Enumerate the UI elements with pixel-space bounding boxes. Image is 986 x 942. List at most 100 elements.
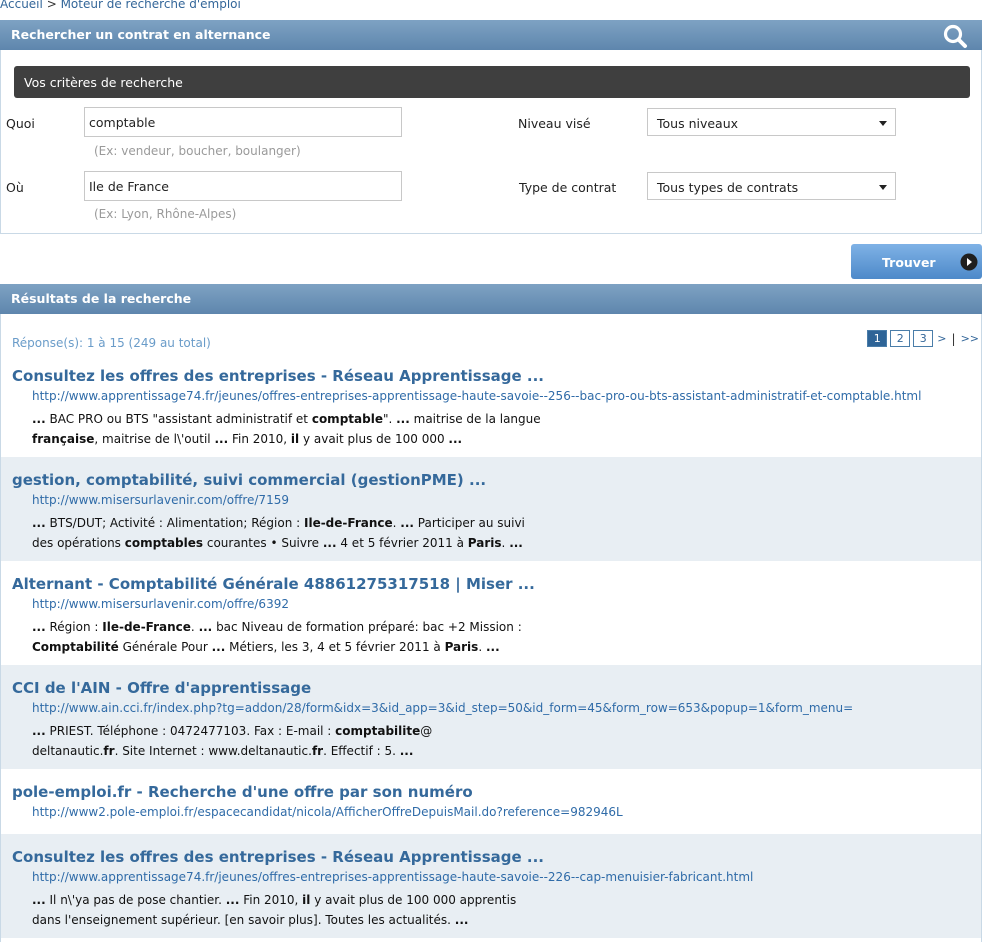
snippet-highlight: Paris (467, 535, 502, 550)
snippet-line: ... Il n\'ya pas de pose chantier. ... F… (32, 891, 981, 911)
level-select[interactable]: Tous niveaux (647, 108, 896, 136)
snippet-text: Région : (45, 620, 103, 634)
snippet-text: , maitrise de l\'outil (94, 431, 215, 446)
contract-type-select-value: Tous types de contrats (657, 180, 799, 195)
snippet-line: ... BAC PRO ou BTS "assistant administra… (32, 410, 981, 430)
snippet-highlight: ... (485, 639, 500, 654)
result-title-link[interactable]: Consultez les offres des entreprises - R… (12, 367, 981, 387)
snippet-text: des opérations (32, 535, 125, 550)
snippet-text: Métiers, les 3, 4 et 5 février 2011 à (225, 639, 445, 654)
search-icon[interactable] (942, 23, 968, 49)
snippet-highlight: française (32, 431, 95, 446)
result-snippet: ... Il n\'ya pas de pose chantier. ... F… (32, 891, 981, 930)
snippet-line: ... PRIEST. Téléphone : 0472477103. Fax … (32, 722, 981, 742)
snippet-text: Il n\'ya pas de pose chantier. (45, 893, 226, 907)
result-title-link[interactable]: Consultez les offres des entreprises - R… (12, 848, 981, 868)
breadcrumb: Accueil > Moteur de recherche d'emploi (0, 0, 241, 11)
snippet-highlight: ... (214, 431, 229, 446)
snippet-text: courantes • Suivre (203, 535, 323, 550)
snippet-line: Comptabilité Générale Pour ... Métiers, … (32, 638, 981, 658)
snippet-line: française, maitrise de l\'outil ... Fin … (32, 430, 981, 450)
snippet-highlight: fr (311, 743, 324, 758)
last-page-link[interactable]: >> (960, 332, 980, 345)
snippet-text: BAC PRO ou BTS "assistant administratif … (45, 412, 312, 426)
level-select-value: Tous niveaux (657, 116, 739, 131)
snippet-highlight: Ile-de-France (303, 516, 393, 530)
where-input[interactable] (84, 171, 402, 201)
result-item: Consultez les offres des entreprises - R… (1, 834, 981, 938)
what-input[interactable] (84, 107, 402, 137)
snippet-text: . (190, 620, 199, 634)
page-link-1[interactable]: 1 (867, 330, 888, 347)
pager-separator: | (951, 331, 956, 346)
result-title-link[interactable]: CCI de l'AIN - Offre d'apprentissage (12, 679, 981, 699)
snippet-highlight: fr (103, 743, 115, 758)
result-item: Alternant - Comptabilité Générale 488612… (1, 561, 981, 665)
page-link-2[interactable]: 2 (890, 330, 911, 347)
contract-type-label: Type de contrat (519, 180, 617, 195)
snippet-highlight: ... (225, 893, 240, 907)
result-url-link[interactable]: http://www2.pole-emploi.fr/espacecandida… (32, 805, 981, 821)
results-section-title: Résultats de la recherche (11, 291, 192, 306)
snippet-line: dans l'enseignement supérieur. [en savoi… (32, 911, 981, 931)
results-section-header: Résultats de la recherche (0, 284, 982, 322)
search-section-header: Rechercher un contrat en alternance (0, 20, 982, 58)
snippet-highlight: il (290, 431, 300, 446)
snippet-highlight: Ile-de-France (102, 620, 191, 634)
snippet-text: Fin 2010, (239, 893, 303, 907)
level-label: Niveau visé (518, 116, 591, 131)
contract-type-select[interactable]: Tous types de contrats (647, 172, 896, 200)
snippet-highlight: ... (198, 620, 213, 634)
answer-count: Réponse(s): 1 à 15 (249 au total) (12, 336, 211, 350)
breadcrumb-separator: > (46, 0, 57, 11)
snippet-text: y avait plus de 100 000 apprentis (310, 893, 517, 907)
snippet-text: y avait plus de 100 000 (299, 431, 449, 446)
snippet-highlight: ... (509, 535, 523, 550)
result-title-link[interactable]: gestion, comptabilité, suivi commercial … (12, 471, 981, 491)
result-url-link[interactable]: http://www.ain.cci.fr/index.php?tg=addon… (32, 701, 981, 717)
result-url-link[interactable]: http://www.apprentissage74.fr/jeunes/off… (32, 870, 981, 886)
snippet-line: des opérations comptables courantes • Su… (32, 534, 981, 554)
breadcrumb-current-link[interactable]: Moteur de recherche d'emploi (61, 0, 241, 11)
next-page-link[interactable]: > (936, 332, 947, 345)
result-url-link[interactable]: http://www.apprentissage74.fr/jeunes/off… (32, 389, 981, 405)
snippet-highlight: ... (211, 639, 226, 654)
snippet-text: 4 et 5 février 2011 à (336, 535, 468, 550)
where-label: Où (6, 180, 24, 195)
result-item: pole-emploi.fr - Recherche d'une offre p… (1, 769, 981, 834)
result-snippet: ... Région : Ile-de-France. ... bac Nive… (32, 618, 981, 657)
results-panel: Réponse(s): 1 à 15 (249 au total) 1 2 3 … (0, 314, 982, 942)
snippet-text: . (478, 639, 486, 654)
chevron-down-icon (879, 185, 887, 190)
where-hint: (Ex: Lyon, Rhône-Alpes) (94, 207, 237, 221)
criteria-title: Vos critères de recherche (24, 75, 183, 90)
snippet-text: . Site Internet : www.deltanautic. (114, 743, 312, 758)
pagination: 1 2 3 > | >> (867, 330, 980, 347)
snippet-text: deltanautic. (32, 743, 104, 758)
result-title-link[interactable]: pole-emploi.fr - Recherche d'une offre p… (12, 783, 981, 803)
result-title-link[interactable]: Alternant - Comptabilité Générale 488612… (12, 575, 981, 595)
page-link-3[interactable]: 3 (913, 330, 934, 347)
search-panel: Vos critères de recherche Quoi (Ex: vend… (0, 50, 982, 234)
snippet-highlight: comptable (311, 412, 383, 426)
snippet-text: PRIEST. Téléphone : 0472477103. Fax : E-… (45, 724, 336, 738)
snippet-text: @ (420, 724, 433, 738)
chevron-down-icon (879, 121, 887, 126)
find-button[interactable]: Trouver (851, 244, 982, 279)
what-label: Quoi (6, 116, 35, 131)
snippet-highlight: comptables (124, 535, 204, 550)
result-item: gestion, comptabilité, suivi commercial … (1, 457, 981, 561)
what-hint: (Ex: vendeur, boucher, boulanger) (94, 144, 301, 158)
find-button-label: Trouver (882, 255, 936, 270)
snippet-line: deltanautic.fr. Site Internet : www.delt… (32, 742, 981, 762)
arrow-right-circle-icon (960, 253, 978, 271)
search-section-title: Rechercher un contrat en alternance (11, 27, 271, 42)
result-url-link[interactable]: http://www.misersurlavenir.com/offre/715… (32, 493, 981, 509)
snippet-text: BTS/DUT; Activité : Alimentation; Région… (45, 516, 304, 530)
snippet-text: Générale Pour (118, 639, 212, 654)
snippet-highlight: ... (448, 431, 463, 446)
snippet-highlight: ... (32, 412, 46, 426)
snippet-text: ". (382, 412, 397, 426)
result-url-link[interactable]: http://www.misersurlavenir.com/offre/639… (32, 597, 981, 613)
breadcrumb-home-link[interactable]: Accueil (0, 0, 43, 11)
